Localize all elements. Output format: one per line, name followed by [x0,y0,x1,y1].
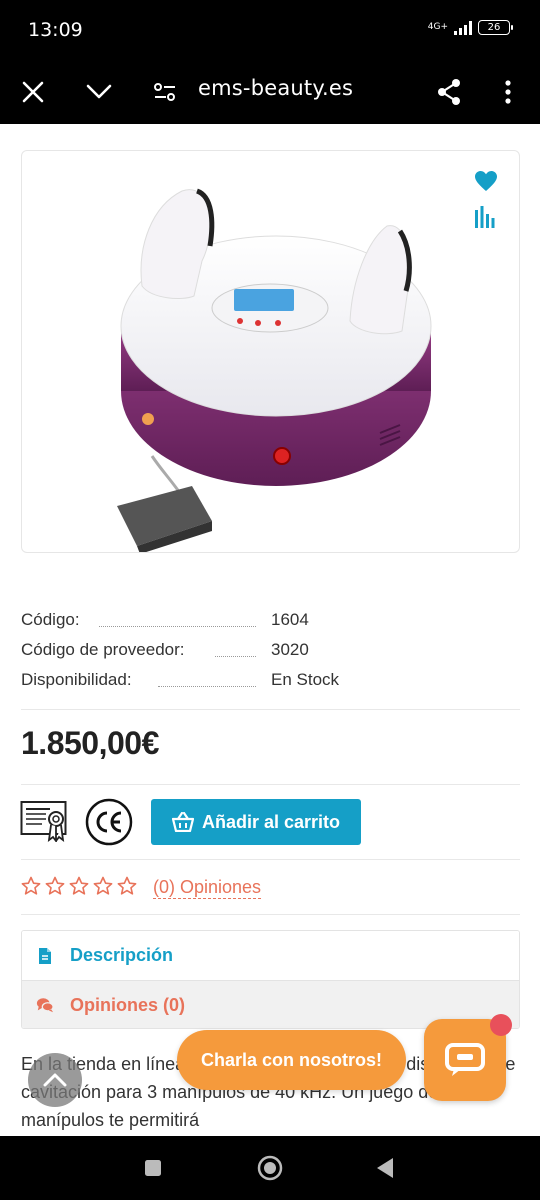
add-to-cart-button[interactable]: Añadir al carrito [151,799,361,845]
star-icon[interactable] [21,876,41,896]
browser-toolbar: ems-beauty.es [0,60,540,124]
network-type: 4G+ [427,22,448,32]
divider [21,784,520,785]
status-bar: 13:09 4G+ 26 [0,0,540,60]
leader-dots [158,686,256,687]
reviews-link[interactable]: (0) Opiniones [153,876,262,899]
ce-mark-icon [85,798,133,846]
compare-icon[interactable] [474,206,496,230]
signal-icon [454,20,472,35]
product-photo [117,188,432,552]
home-icon[interactable] [252,1150,288,1186]
battery-level: 26 [487,22,501,33]
basket-icon [171,812,194,832]
leader-dots [99,626,256,627]
divider [21,709,520,710]
close-icon[interactable] [13,72,53,112]
tab-description-label: Descripción [70,945,174,965]
url-bar[interactable]: ems-beauty.es [198,76,353,100]
tab-reviews-label: Opiniones (0) [70,994,186,1015]
site-settings-icon[interactable] [145,72,185,112]
back-icon[interactable] [367,1150,403,1186]
tab-description[interactable]: Descripción [22,931,519,980]
scroll-to-top-button[interactable] [28,1053,82,1107]
document-icon [39,947,51,964]
chevron-down-icon[interactable] [79,72,119,112]
chat-bubble[interactable]: Charla con nosotros! [177,1030,406,1090]
chevron-up-icon [43,1073,67,1087]
info-label: Código: [21,610,80,630]
divider [21,859,520,860]
star-icon[interactable] [93,876,113,896]
more-vert-icon[interactable] [488,72,528,112]
info-value: 3020 [271,640,309,659]
recents-icon[interactable] [135,1150,171,1186]
info-value: En Stock [271,670,340,689]
rating-stars[interactable] [21,876,137,896]
info-row-codigo: Código: 1604 [21,610,520,634]
product-tabs: Descripción Opiniones (0) [21,930,520,1029]
share-icon[interactable] [429,72,469,112]
chat-bubble-label: Charla con nosotros! [200,1049,383,1070]
status-time: 13:09 [28,19,83,41]
add-to-cart-label: Añadir al carrito [201,811,341,832]
product-image[interactable] [21,150,520,553]
info-row-proveedor: Código de proveedor: 3020 [21,640,520,664]
info-label: Código de proveedor: [21,640,185,660]
star-icon[interactable] [117,876,137,896]
chat-icon [445,1043,485,1076]
star-icon[interactable] [45,876,65,896]
notification-dot [490,1014,512,1036]
system-nav-bar [0,1136,540,1200]
leader-dots [215,656,256,657]
info-label: Disponibilidad: [21,670,132,690]
info-value: 1604 [271,610,309,629]
certificate-icon [20,800,68,844]
divider [21,914,520,915]
heart-icon[interactable] [474,170,498,192]
info-row-disponibilidad: Disponibilidad: En Stock [21,670,520,694]
price: 1.850,00€ [21,725,159,761]
star-icon[interactable] [69,876,89,896]
status-indicators: 4G+ 26 [427,20,513,35]
comments-icon [36,998,54,1013]
battery-icon: 26 [478,20,513,35]
